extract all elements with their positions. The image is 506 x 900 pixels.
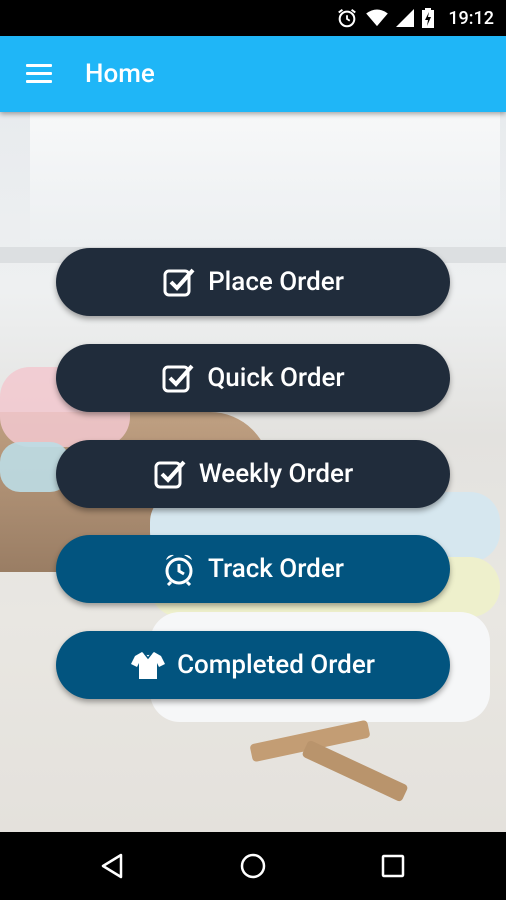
weekly-order-label: Weekly Order — [198, 459, 354, 489]
menu-icon[interactable] — [22, 60, 56, 88]
background-window — [30, 112, 500, 247]
status-time: 19:12 — [448, 7, 494, 29]
status-bar: 19:12 — [0, 0, 506, 36]
place-order-label: Place Order — [208, 267, 344, 297]
checkbox-icon — [153, 457, 187, 491]
quick-order-button[interactable]: Quick Order — [56, 344, 450, 412]
alarm-icon — [336, 7, 358, 29]
quick-order-label: Quick Order — [207, 363, 345, 393]
weekly-order-button[interactable]: Weekly Order — [56, 440, 450, 508]
alarm-clock-icon — [162, 552, 196, 586]
recents-icon[interactable] — [373, 846, 413, 886]
wifi-icon — [366, 9, 389, 27]
page-title: Home — [85, 59, 155, 89]
completed-order-button[interactable]: Completed Order — [56, 631, 450, 699]
status-icons: 19:12 — [336, 0, 494, 36]
battery-charging-icon — [422, 8, 435, 28]
track-order-label: Track Order — [208, 554, 344, 584]
place-order-button[interactable]: Place Order — [56, 248, 450, 316]
back-icon[interactable] — [92, 846, 132, 886]
checkbox-icon — [161, 361, 195, 395]
home-icon[interactable] — [233, 846, 273, 886]
checkbox-icon — [162, 265, 196, 299]
signal-icon — [396, 9, 415, 27]
shirt-icon — [131, 648, 166, 682]
completed-order-label: Completed Order — [177, 650, 375, 680]
navigation-bar — [0, 832, 506, 900]
background-clothespeg — [301, 739, 409, 803]
app-bar: Home — [0, 36, 506, 112]
track-order-button[interactable]: Track Order — [56, 535, 450, 603]
